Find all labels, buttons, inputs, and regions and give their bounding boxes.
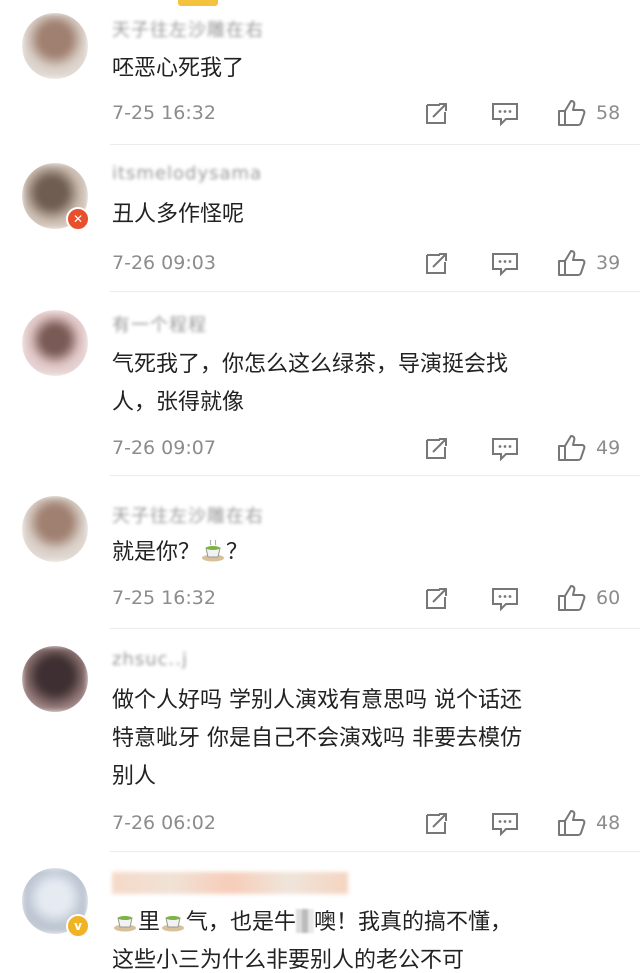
like-count: 48 [596, 812, 621, 834]
comment-line: 这些小三为什么非要别人的老公不可 [112, 948, 465, 973]
comment-item: 天子往左沙雕在右 呸恶心死我了 7-25 16:32 58 [0, 0, 640, 145]
comment-meta: 7-25 16:32 58 [112, 98, 624, 128]
repost-icon[interactable] [422, 433, 452, 463]
comment-text: 做个人好吗 学别人演戏有意思吗 说个话还 特意呲牙 你是自己不会演戏吗 非要去模… [112, 682, 620, 796]
tea-cup-emoji [202, 539, 225, 562]
comment-line: 做个人好吗 学别人演戏有意思吗 说个话还 [112, 688, 522, 713]
redacted-character [296, 909, 315, 933]
comment-line: 别人 [112, 764, 157, 789]
comment-text: 气死我了，你怎么这么绿茶，导演挺会找 人，张得就像 [112, 346, 620, 422]
comment-text-fragment: 就是你？ [112, 540, 201, 565]
repost-icon[interactable] [422, 248, 452, 278]
verified-badge: ✕ [66, 207, 90, 231]
like-icon[interactable] [556, 583, 586, 613]
comment-time: 7-25 16:32 [112, 102, 216, 124]
like-count: 39 [596, 252, 621, 274]
comment-time: 7-25 16:32 [112, 587, 216, 609]
comment-line: 人，张得就像 [112, 390, 245, 415]
comment-meta: 7-26 09:03 39 [112, 248, 624, 278]
comment-line: 丑人多作怪呢 [112, 202, 245, 227]
comment-meta: 7-26 09:07 49 [112, 433, 624, 463]
comment-text-fragment: 气，也是牛 [186, 910, 297, 935]
comment-time: 7-26 09:03 [112, 252, 216, 274]
avatar[interactable] [22, 496, 88, 562]
comment-text-fragment: 里 [138, 910, 161, 935]
username[interactable]: 天子往左沙雕在右 [112, 502, 264, 528]
comment-line: 里气，也是牛 噢！我真的搞不懂， [112, 904, 620, 942]
comment-item: ✕ itsmelodysama 丑人多作怪呢 7-26 09:03 39 [0, 145, 640, 292]
comment-meta: 7-25 16:32 60 [112, 583, 624, 613]
comment-item: 有一个程程 气死我了，你怎么这么绿茶，导演挺会找 人，张得就像 7-26 09:… [0, 291, 640, 476]
comment-line: 气死我了，你怎么这么绿茶，导演挺会找 [112, 352, 509, 377]
comment-time: 7-26 06:02 [112, 812, 216, 834]
comment-text-fragment: 噢！我真的搞不懂， [314, 910, 513, 935]
comment-item: zhsuc..j 做个人好吗 学别人演戏有意思吗 说个话还 特意呲牙 你是自己不… [0, 629, 640, 852]
like-icon[interactable] [556, 98, 586, 128]
like-icon[interactable] [556, 433, 586, 463]
repost-icon[interactable] [422, 583, 452, 613]
comment-icon[interactable] [490, 433, 520, 463]
like-count: 49 [596, 437, 621, 459]
repost-icon[interactable] [422, 98, 452, 128]
comment-text: 里气，也是牛 噢！我真的搞不懂， 这些小三为什么非要别人的老公不可 [112, 904, 620, 973]
tea-cup-emoji [162, 916, 185, 932]
verified-badge: v [66, 914, 90, 938]
repost-icon[interactable] [422, 808, 452, 838]
comment-icon[interactable] [490, 583, 520, 613]
comment-feed: 天子往左沙雕在右 呸恶心死我了 7-25 16:32 58 ✕ itsmelod… [0, 0, 640, 973]
username[interactable]: 有一个程程 [112, 311, 207, 337]
username[interactable]: 天子往左沙雕在右 [112, 16, 264, 42]
comment-item: 天子往左沙雕在右 就是你？ ？ 7-25 16:32 60 [0, 476, 640, 629]
avatar[interactable] [22, 646, 88, 712]
comment-text-fragment: ？ [226, 540, 249, 565]
avatar[interactable] [22, 310, 88, 376]
comment-icon[interactable] [490, 808, 520, 838]
avatar[interactable] [22, 13, 88, 79]
username[interactable]: itsmelodysama [112, 163, 262, 184]
like-icon[interactable] [556, 248, 586, 278]
like-count: 58 [596, 102, 621, 124]
like-icon[interactable] [556, 808, 586, 838]
comment-icon[interactable] [490, 248, 520, 278]
comment-text: 呸恶心死我了 [112, 50, 620, 88]
comment-icon[interactable] [490, 98, 520, 128]
username[interactable]: zhsuc..j [112, 649, 188, 670]
username-redacted [112, 872, 348, 894]
comment-text: 丑人多作怪呢 [112, 196, 620, 234]
comment-line: 特意呲牙 你是自己不会演戏吗 非要去模仿 [112, 726, 522, 751]
tea-cup-emoji [114, 916, 136, 932]
comment-item: v 里气，也是牛 噢！我真的搞不懂， 这些小三为什么非要别人的老公不可 [0, 852, 640, 973]
comment-meta: 7-26 06:02 48 [112, 808, 624, 838]
comment-text: 就是你？ ？ [112, 534, 620, 572]
comment-line: 就是你？ ？ [112, 534, 620, 572]
like-count: 60 [596, 587, 621, 609]
comment-time: 7-26 09:07 [112, 437, 216, 459]
comment-line: 呸恶心死我了 [112, 56, 245, 81]
